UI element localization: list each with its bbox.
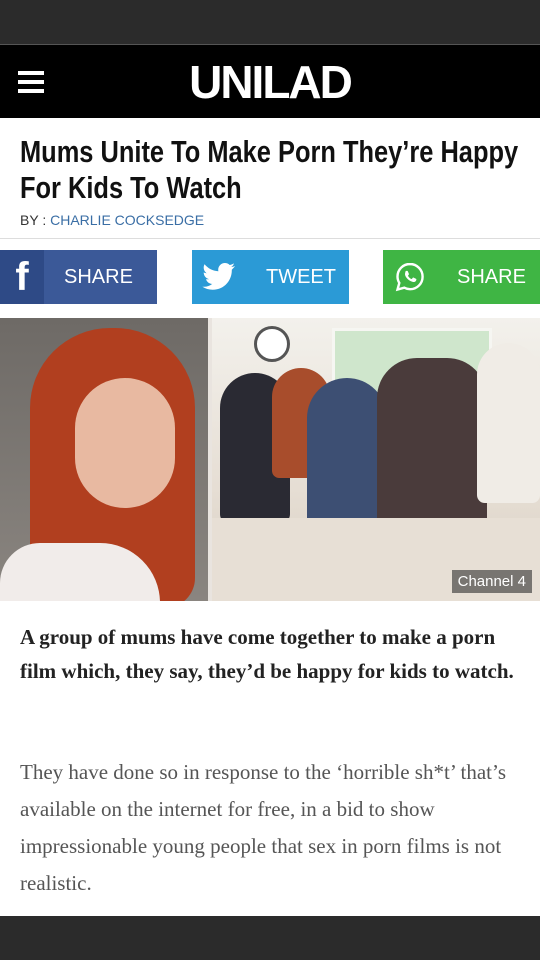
article-lead: A group of mums have come together to ma… — [20, 625, 514, 683]
divider — [0, 238, 540, 239]
article-title: Mums Unite To Make Porn They’re Happy Fo… — [20, 134, 519, 205]
article-hero-image: Channel 4 — [0, 318, 540, 601]
clock-image — [254, 326, 290, 362]
byline: BY : CHARLIE COCKSEDGE — [20, 212, 204, 228]
byline-prefix: BY : — [20, 212, 51, 228]
whatsapp-share-label: SHARE — [457, 265, 526, 288]
facebook-share-label: SHARE — [64, 265, 133, 288]
group-photo: Channel 4 — [212, 318, 540, 601]
article-body: They have done so in response to the ‘ho… — [20, 760, 506, 895]
site-logo[interactable]: UNILAD — [0, 55, 540, 109]
author-link[interactable]: CHARLIE COCKSEDGE — [50, 212, 204, 228]
whatsapp-share-button[interactable]: SHARE — [383, 250, 540, 304]
portrait-photo — [0, 318, 208, 601]
share-bar: f SHARE TWEET SHARE — [0, 250, 540, 304]
image-credit: Channel 4 — [451, 570, 532, 593]
site-header: UNILAD — [0, 44, 540, 118]
status-bar-area — [0, 0, 540, 44]
bottom-bar-area — [0, 916, 540, 960]
article-content: Mums Unite To Make Porn They’re Happy Fo… — [0, 118, 540, 916]
facebook-icon: f — [0, 250, 44, 304]
twitter-bird-icon — [192, 250, 246, 304]
twitter-share-label: TWEET — [266, 265, 336, 288]
facebook-share-button[interactable]: f SHARE — [0, 250, 157, 304]
whatsapp-icon — [383, 250, 437, 304]
twitter-share-button[interactable]: TWEET — [192, 250, 349, 304]
